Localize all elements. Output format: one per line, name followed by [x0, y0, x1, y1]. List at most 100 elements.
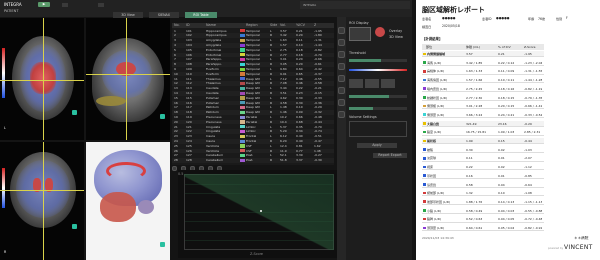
preview-thumb-3[interactable] [381, 79, 395, 88]
sagittal-roi-yellow [96, 96, 126, 106]
settings-box [349, 121, 407, 137]
roi-color-swatch[interactable] [240, 62, 245, 66]
axial-viewport[interactable]: L [0, 18, 84, 140]
report-cell: 島皮質 [427, 182, 437, 187]
roi-color-swatch[interactable] [240, 105, 245, 110]
region-color-swatch [423, 183, 426, 186]
roi-color-swatch[interactable] [240, 110, 245, 114]
report-cell: 0.15 [498, 139, 505, 143]
report-row: 扁桃体 (L/R) 1.63 / 1.33 0.11 / 0.09 -1.31 / -… [422, 68, 544, 75]
roi-color-swatch[interactable] [240, 134, 245, 138]
report-cell: 0.18 / 0.16 [498, 86, 515, 91]
viewport-action-button[interactable] [72, 110, 77, 115]
contrast-icon[interactable] [338, 63, 345, 70]
region-color-swatch [423, 139, 426, 143]
3d-roi-lower [100, 192, 136, 222]
sagittal-viewport[interactable] [86, 18, 170, 140]
overlay-thumb[interactable] [349, 27, 371, 41]
ruler-icon[interactable] [338, 51, 345, 58]
report-cell: 小脳 (L/R) [427, 208, 442, 213]
tab-roi-table[interactable]: ROI Table [185, 12, 217, 18]
table-cell: R [270, 158, 273, 163]
gear-icon[interactable] [338, 111, 345, 118]
chart-icon[interactable] [338, 99, 345, 106]
roi-color-swatch[interactable] [240, 115, 245, 119]
report-cell: 0.21 [498, 52, 505, 56]
report-row: 紡錘状回 (L/R) 2.77 / 2.30 0.18 / 0.15 -0.79 / … [422, 95, 544, 101]
viewport-action-button[interactable] [160, 114, 165, 119]
roi-color-swatch[interactable] [240, 38, 245, 42]
roi-color-swatch[interactable] [240, 48, 245, 52]
report-cell: 0.22 / 0.12 [498, 60, 515, 65]
region-color-swatch [423, 87, 426, 90]
opt-overlay[interactable]: Overlay [389, 29, 402, 33]
threshold-slider[interactable] [349, 59, 407, 62]
roi-color-swatch[interactable] [240, 86, 245, 90]
report-row: 帯状回 0.16 0.01 -0.85 [422, 173, 544, 180]
roi-color-swatch[interactable] [240, 77, 245, 81]
report-cell: 0.16 [466, 173, 473, 178]
opacity-slider[interactable] [349, 95, 407, 98]
brain-icon[interactable] [338, 27, 345, 34]
roi-color-swatch[interactable] [240, 43, 245, 47]
opt-3d-view[interactable]: 3D View [389, 35, 403, 39]
roi-color-swatch[interactable] [240, 149, 245, 153]
roi-color-swatch[interactable] [240, 158, 245, 162]
report-cell: 0.01 [498, 156, 505, 161]
undo-icon[interactable] [172, 166, 177, 171]
roi-color-swatch[interactable] [240, 81, 245, 86]
3d-render-viewport[interactable] [86, 142, 170, 260]
roi-color-swatch[interactable] [240, 153, 245, 158]
report-cell: 3.66 / 3.24 [466, 112, 483, 117]
region-color-swatch [423, 78, 426, 82]
report-cell: -0.82 / -0.91 [524, 226, 543, 230]
roi-color-swatch[interactable] [240, 91, 245, 95]
section-threshold: Threshold [349, 51, 366, 55]
patient-id: PATIENT [4, 9, 19, 13]
report-cell: 扁桃体 (L/R) [427, 69, 445, 74]
report-cell: 0.58 / 0.49 [466, 208, 483, 213]
report-export-button[interactable]: Report Export [373, 153, 407, 158]
report-cell: 1.88 / 1.76 [466, 199, 483, 204]
report-cell: 0.14 / 0.13 [498, 199, 515, 204]
viewport-action-button[interactable] [72, 224, 77, 229]
layers-icon[interactable] [338, 39, 345, 46]
report-cell: -0.55 / -0.88 [524, 208, 543, 213]
report-cell: 0.01 [498, 173, 505, 178]
play-button[interactable]: ▶ [38, 2, 50, 7]
roi-color-swatch[interactable] [240, 57, 245, 62]
volume-slider[interactable] [349, 107, 407, 110]
roi-color-swatch[interactable] [240, 120, 245, 124]
apply-button[interactable]: Apply [357, 143, 397, 148]
preview-thumb-1[interactable] [349, 79, 363, 88]
preview-thumb-2[interactable] [365, 79, 379, 88]
report-cell: 尾状核 [427, 139, 437, 143]
table-cell: -0.30 [314, 158, 322, 163]
roi-color-swatch[interactable] [240, 101, 245, 105]
eye-icon[interactable] [338, 87, 345, 94]
report-cell: 2.85 / 2.31 [524, 130, 541, 135]
roi-color-swatch[interactable] [240, 125, 245, 129]
roi-color-swatch[interactable] [240, 33, 245, 38]
roi-color-swatch[interactable] [240, 96, 245, 100]
roi-color-swatch[interactable] [240, 53, 245, 57]
roi-color-swatch[interactable] [240, 139, 245, 143]
sex-label: 性別 [556, 17, 563, 21]
roi-color-swatch[interactable] [375, 27, 385, 37]
toolbar-button[interactable] [62, 3, 68, 7]
coronal-viewport[interactable]: R [0, 142, 84, 260]
report-cell: 0.18 / 0.15 [498, 95, 515, 100]
roi-color-swatch[interactable] [240, 29, 245, 33]
roi-color-swatch[interactable] [240, 67, 245, 71]
report-cell: 321.49 [466, 121, 477, 126]
roi-color-swatch[interactable] [240, 72, 245, 76]
table-row[interactable]: 28 128 Cerebellum Post. R 51.8 3.37 -0.30 [172, 158, 334, 163]
report-row: 内側側頭領域 3.57 0.21 -1.95 [422, 51, 544, 58]
report-cell: 側頭葉 (L/R) [427, 112, 445, 117]
toolbar-button-2[interactable] [98, 3, 104, 7]
roi-color-swatch[interactable] [240, 144, 245, 148]
pen-icon[interactable] [338, 75, 345, 82]
viewport-action-button[interactable] [160, 242, 165, 247]
roi-color-swatch[interactable] [240, 129, 245, 134]
region-color-swatch [423, 113, 426, 117]
